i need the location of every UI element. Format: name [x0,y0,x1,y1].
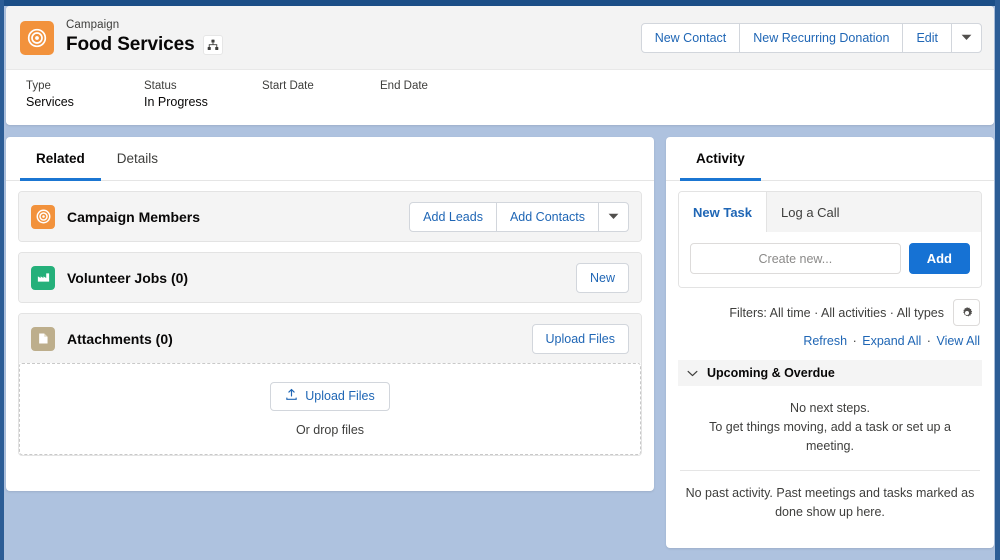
related-card-header: Attachments (0) Upload Files [19,314,641,363]
file-dropzone[interactable]: Upload Files Or drop files [19,363,641,455]
record-type-label: Campaign [66,19,120,32]
attachment-document-icon [31,326,55,351]
upload-files-header-button[interactable]: Upload Files [531,323,629,354]
expand-all-link[interactable]: Expand All [862,334,921,348]
upcoming-overdue-empty-state: No next steps. To get things moving, add… [666,386,994,470]
field-start-date: Start Date [262,80,380,124]
new-recurring-donation-button[interactable]: New Recurring Donation [739,22,904,53]
related-lists-card: Related Details Campaign Members Add Lea… [6,137,654,491]
activity-panel-card: Activity New Task Log a Call Add Filters… [666,137,994,548]
add-task-button[interactable]: Add [908,243,970,274]
related-tabbar: Related Details [6,137,654,181]
activity-filters-text: Filters: All time · All activities · All… [729,305,944,320]
related-card-actions: New [575,262,629,293]
page-title: Food Services [66,33,195,55]
related-card-volunteer-jobs: Volunteer Jobs (0) New [18,252,642,303]
field-start-date-label: Start Date [262,80,314,92]
upcoming-overdue-title: Upcoming & Overdue [707,366,835,380]
volunteer-jobs-icon [31,265,55,290]
record-title-row: Food Services [66,34,223,56]
upload-icon [285,388,298,404]
related-card-title: Attachments (0) [67,330,173,347]
record-header-text: Campaign Food Services [66,19,223,55]
add-contacts-button[interactable]: Add Contacts [495,201,599,232]
field-status-label: Status [144,80,177,92]
related-card-campaign-members: Campaign Members Add Leads Add Contacts [18,191,642,242]
field-status: Status In Progress [144,80,262,124]
refresh-link[interactable]: Refresh [803,334,847,348]
upload-files-button[interactable]: Upload Files [270,381,390,411]
hierarchy-icon[interactable] [202,34,223,55]
related-card-title: Campaign Members [67,208,201,225]
tab-new-task[interactable]: New Task [679,192,768,232]
record-header-card: Campaign Food Services New Contact New R… [6,6,994,125]
campaign-members-chevron-down-icon[interactable] [598,201,629,232]
dropzone-hint: Or drop files [295,422,365,437]
record-header-fields: Type Services Status In Progress Start D… [6,70,994,124]
field-type-label: Type [26,80,51,92]
activity-composer: New Task Log a Call Add [678,191,982,288]
view-all-link[interactable]: View All [936,334,980,348]
add-leads-button[interactable]: Add Leads [409,201,497,232]
chevron-down-icon [687,364,698,382]
related-card-title: Volunteer Jobs (0) [67,269,189,286]
edit-button[interactable]: Edit [902,22,952,53]
field-end-date-label: End Date [380,80,428,92]
field-end-date: End Date [380,80,498,124]
related-card-actions: Upload Files [531,323,629,354]
link-separator: · [926,334,931,348]
window-chrome-right [995,0,1000,560]
tab-related[interactable]: Related [20,138,101,181]
upload-files-button-label: Upload Files [305,389,375,403]
new-contact-button[interactable]: New Contact [640,22,741,53]
window-chrome-left [0,0,4,560]
past-activity-empty-state: No past activity. Past meetings and task… [685,486,975,519]
field-status-value: In Progress [144,95,208,109]
activity-links-row: Refresh · Expand All · View All [666,326,994,348]
tab-activity[interactable]: Activity [680,138,761,181]
field-type-value: Services [26,95,74,109]
related-card-header: Campaign Members Add Leads Add Contacts [19,192,641,241]
related-card-attachments: Attachments (0) Upload Files Upload File… [18,313,642,456]
composer-body: Add [679,232,981,287]
tab-log-a-call[interactable]: Log a Call [767,192,854,232]
upcoming-overdue-section-header[interactable]: Upcoming & Overdue [678,360,982,386]
new-volunteer-job-button[interactable]: New [575,262,629,293]
related-card-header: Volunteer Jobs (0) New [19,253,641,302]
header-more-actions-chevron-down-icon[interactable] [951,22,982,53]
record-header-top: Campaign Food Services New Contact New R… [6,6,994,70]
related-list-container: Campaign Members Add Leads Add Contacts [6,181,654,456]
record-header-actions: New Contact New Recurring Donation Edit [640,22,982,53]
field-type: Type Services [26,80,144,124]
create-new-input[interactable] [690,243,901,274]
composer-tabbar: New Task Log a Call [679,192,981,232]
no-next-steps-text: No next steps. [790,401,870,415]
link-separator: · [852,334,857,348]
tab-details[interactable]: Details [101,138,174,181]
campaign-target-icon [20,20,54,55]
activity-filters-row: Filters: All time · All activities · All… [666,288,994,326]
campaign-target-icon [31,204,55,229]
gear-icon[interactable] [953,299,980,326]
activity-tabbar: Activity [666,137,994,181]
get-things-moving-text: To get things moving, add a task or set … [709,419,951,453]
related-card-actions: Add Leads Add Contacts [409,201,629,232]
